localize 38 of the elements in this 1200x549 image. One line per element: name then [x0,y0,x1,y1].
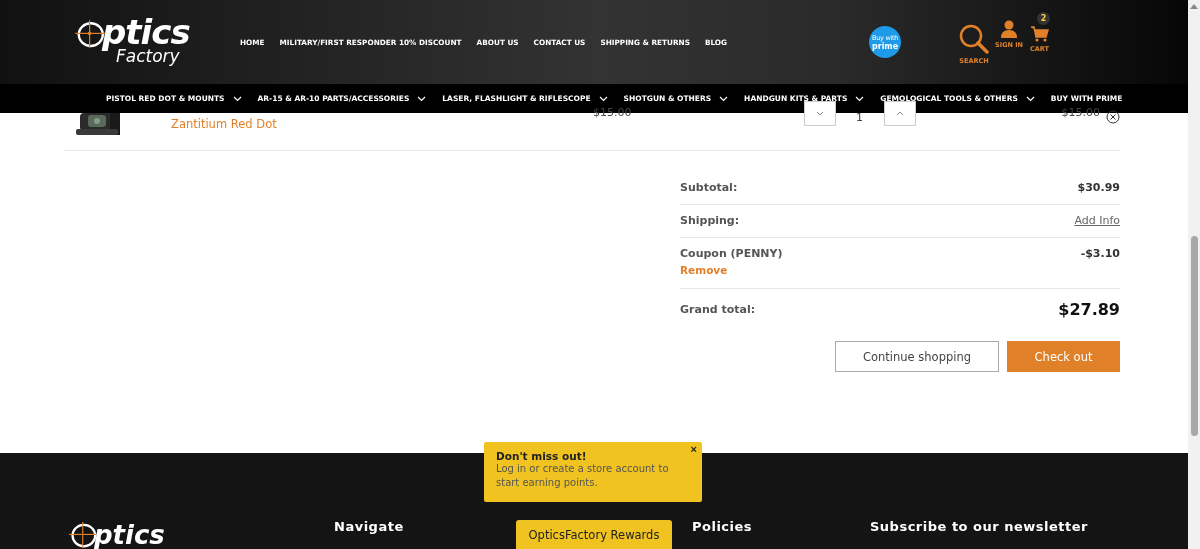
scrollbar[interactable] [1188,0,1200,549]
quantity-value: 1 [855,111,864,124]
summary-label: Subtotal: [680,181,738,194]
rewards-button[interactable]: OpticsFactory Rewards [516,520,672,549]
footer-heading: Subscribe to our newsletter [870,519,1088,534]
chevron-down-icon [855,95,865,102]
chevron-down-icon [1025,95,1035,102]
footer-heading: Policies [692,519,753,534]
chevron-down-icon [719,95,729,102]
summary-label: Shipping: [680,214,740,227]
cart-count-badge: 2 [1037,11,1051,25]
summary-value: -$3.10 [1080,247,1120,262]
item-price: $15.00 [593,106,632,119]
chevron-down-icon [598,95,608,102]
chevron-down-icon [815,111,824,116]
item-total: $15.00 [1061,106,1100,119]
summary-label: Coupon (PENNY) [680,247,783,260]
popup-message: Log in or create a store account to start earning points. [496,462,670,490]
decrease-button[interactable] [803,101,836,126]
summary-value: $27.89 [1058,300,1120,319]
summary-label: Grand total: [680,303,756,316]
popup-title: Don't miss out! [496,450,588,462]
scrollbar-thumb[interactable] [1190,236,1198,436]
footer-heading: Navigate [334,519,404,534]
scroll-up-icon[interactable] [1190,4,1198,9]
continue-shopping-button[interactable]: Continue shopping [835,341,999,372]
remove-item-icon[interactable] [1106,110,1120,124]
add-info-link[interactable]: Add Info [1074,214,1120,227]
chevron-down-icon [417,95,427,102]
chevron-down-icon [232,95,242,102]
footer-logo: ptics [68,520,165,549]
increase-button[interactable] [883,101,916,126]
close-button[interactable]: × [688,443,699,455]
cart-icon [1030,25,1049,42]
user-icon [1000,19,1019,38]
chevron-up-icon [895,111,904,116]
summary-value: $30.99 [1077,181,1120,194]
search-icon [959,23,990,54]
